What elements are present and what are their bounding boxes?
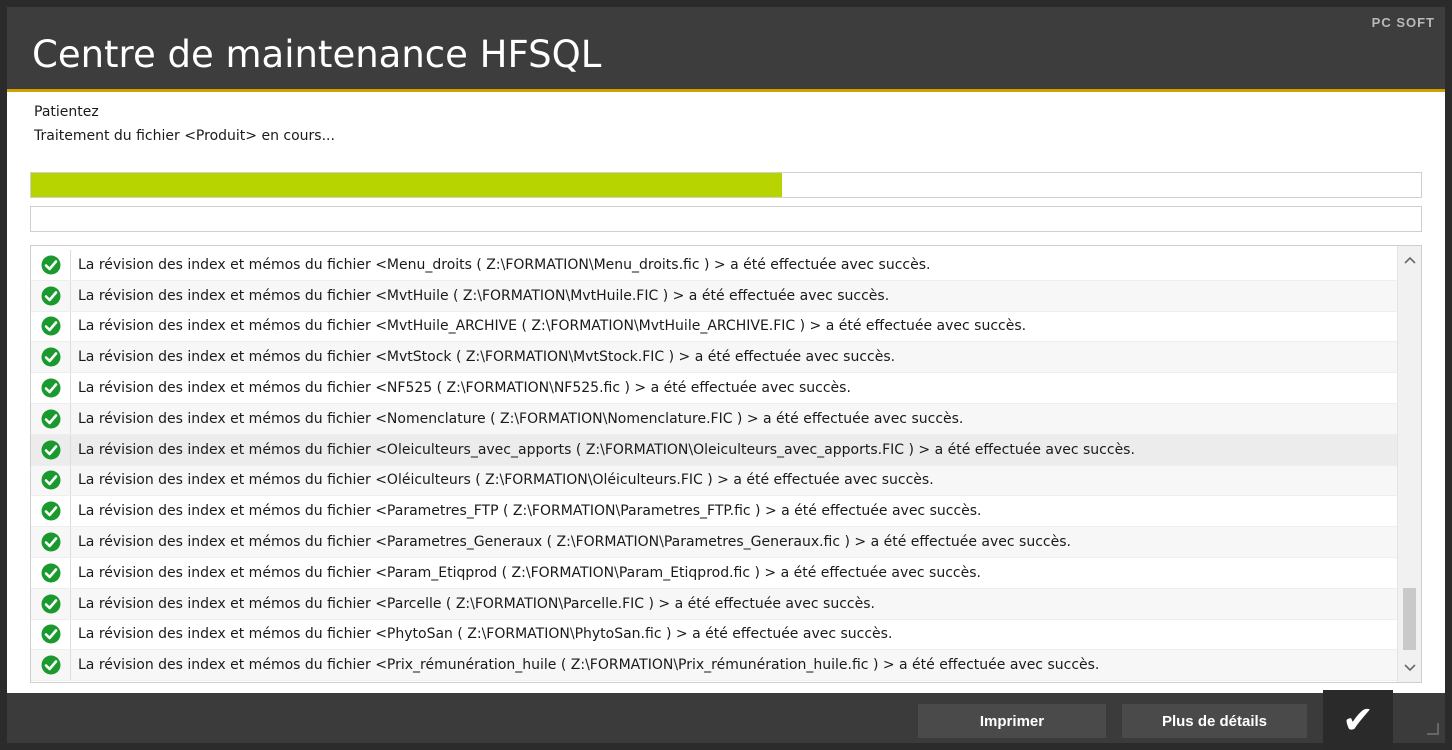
log-row[interactable]: La révision des index et mémos du fichie… [31,280,1397,312]
log-entry-text: La révision des index et mémos du fichie… [78,626,893,643]
content-area: Patientez Traitement du fichier <Produit… [7,92,1445,693]
log-entry-text: La révision des index et mémos du fichie… [78,441,1135,458]
scroll-thumb[interactable] [1403,588,1416,650]
log-entry-text: La révision des index et mémos du fichie… [78,472,934,489]
log-row[interactable]: La révision des index et mémos du fichie… [31,342,1397,374]
check-circle-icon [31,250,71,280]
log-entry-text: La révision des index et mémos du fichie… [78,380,851,397]
main-progress-fill [31,173,782,197]
log-row[interactable]: La révision des index et mémos du fichie… [31,619,1397,651]
log-entry-text: La révision des index et mémos du fichie… [78,256,931,273]
log-row[interactable]: La révision des index et mémos du fichie… [31,250,1397,281]
log-entry-text: La révision des index et mémos du fichie… [78,534,1071,551]
check-circle-icon [31,619,71,650]
check-circle-icon [31,557,71,588]
check-circle-icon [31,496,71,527]
log-row[interactable]: La révision des index et mémos du fichie… [31,496,1397,528]
log-row[interactable]: La révision des index et mémos du fichie… [31,650,1397,682]
log-entry-text: La révision des index et mémos du fichie… [78,410,964,427]
log-entry-text: La révision des index et mémos du fichie… [78,349,896,366]
resize-grip-icon[interactable] [1427,723,1439,735]
scroll-up-button[interactable] [1398,248,1421,272]
check-circle-icon [31,434,71,465]
status-processing-text: Traitement du fichier <Produit> en cours… [34,128,335,144]
log-row[interactable]: La révision des index et mémos du fichie… [31,465,1397,497]
more-details-button[interactable]: Plus de détails [1122,704,1307,738]
print-button[interactable]: Imprimer [918,704,1106,738]
window-title: Centre de maintenance HFSQL [32,33,602,76]
log-row[interactable]: La révision des index et mémos du fichie… [31,588,1397,620]
check-circle-icon [31,342,71,373]
chevron-down-icon [1404,664,1416,672]
bottom-toolbar: Imprimer Plus de détails ✔ [7,690,1445,750]
log-row[interactable]: La révision des index et mémos du fichie… [31,311,1397,343]
title-bar: Centre de maintenance HFSQL PC SOFT [7,7,1445,89]
log-entry-text: La révision des index et mémos du fichie… [78,503,982,520]
log-row[interactable]: La révision des index et mémos du fichie… [31,527,1397,558]
log-entry-text: La révision des index et mémos du fichie… [78,564,981,581]
scroll-down-button[interactable] [1398,656,1421,680]
check-circle-icon [31,403,71,434]
log-entry-text: La révision des index et mémos du fichie… [78,318,1027,335]
log-entry-text: La révision des index et mémos du fichie… [78,595,875,612]
log-row[interactable]: La révision des index et mémos du fichie… [31,557,1397,589]
check-circle-icon [31,527,71,557]
check-circle-icon [31,588,71,619]
log-row[interactable]: La révision des index et mémos du fichie… [31,373,1397,404]
status-wait-text: Patientez [34,104,99,120]
result-log-list[interactable]: La révision des index et mémos du fichie… [30,245,1422,683]
check-circle-icon [31,650,71,681]
log-row[interactable]: La révision des index et mémos du fichie… [31,434,1397,466]
log-scrollbar[interactable] [1397,246,1421,682]
log-entry-text: La révision des index et mémos du fichie… [78,287,890,304]
log-entry-text: La révision des index et mémos du fichie… [78,657,1100,674]
main-progress-bar [30,172,1422,198]
secondary-progress-bar [30,206,1422,232]
brand-logo: PC SOFT [1371,15,1435,30]
log-rows: La révision des index et mémos du fichie… [31,250,1397,682]
check-circle-icon [31,311,71,342]
log-row[interactable]: La révision des index et mémos du fichie… [31,403,1397,435]
ok-checkmark-button[interactable]: ✔ [1323,690,1393,750]
check-circle-icon [31,280,71,311]
chevron-up-icon [1404,256,1416,264]
maintenance-window: Centre de maintenance HFSQL PC SOFT Pati… [7,7,1445,750]
check-circle-icon [31,465,71,496]
check-circle-icon [31,373,71,403]
